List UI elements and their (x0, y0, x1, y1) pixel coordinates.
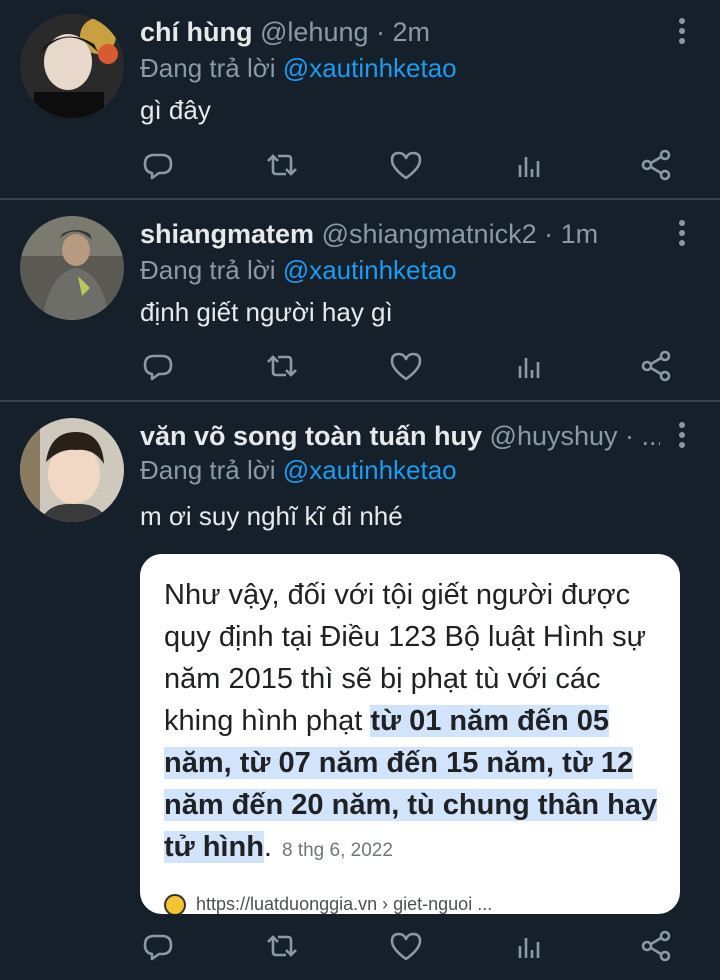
tweet-text: định giết người hay gì (140, 297, 393, 327)
card-trailing: . (263, 831, 272, 863)
analytics-icon[interactable] (512, 147, 548, 183)
replying-to: Đang trả lời @xautinhketao (140, 50, 457, 86)
mention-link[interactable]: @xautinhketao (283, 255, 457, 285)
like-icon[interactable] (388, 348, 424, 384)
user-handle[interactable]: @shiangmatnick2 (322, 219, 537, 249)
timestamp: · 1m (544, 219, 599, 249)
display-name[interactable]: shiangmatem (140, 219, 314, 249)
user-handle[interactable]: @huyshuy (490, 421, 618, 451)
more-options-icon[interactable] (674, 14, 690, 50)
retweet-icon[interactable] (264, 928, 300, 964)
tweet-1[interactable]: chí hùng @lehung · 2m Đang trả lời @xaut… (0, 0, 720, 198)
user-handle[interactable]: @lehung (260, 17, 369, 47)
share-icon[interactable] (638, 928, 674, 964)
reply-icon[interactable] (140, 147, 176, 183)
replying-to-label: Đang trả lời (140, 455, 276, 485)
tweet-actions (140, 928, 680, 968)
card-date: 8 thg 6, 2022 (281, 840, 393, 861)
display-name[interactable]: chí hùng (140, 17, 252, 47)
tweet-text: gì đây (140, 95, 211, 125)
retweet-icon[interactable] (264, 348, 300, 384)
share-icon[interactable] (638, 147, 674, 183)
like-icon[interactable] (388, 928, 424, 964)
tweet-actions (140, 348, 680, 388)
analytics-icon[interactable] (512, 348, 548, 384)
site-favicon-icon (164, 894, 186, 914)
replying-to: Đang trả lời @xautinhketao (140, 252, 457, 288)
display-name[interactable]: văn võ song toàn tuấn huy (140, 421, 482, 451)
replying-to: Đang trả lời @xautinhketao (140, 452, 457, 488)
more-options-icon[interactable] (674, 418, 690, 454)
card-url[interactable]: https://luatduonggia.vn › giet-nguoi ... (196, 894, 492, 914)
avatar[interactable] (20, 216, 124, 320)
reply-icon[interactable] (140, 348, 176, 384)
replying-to-label: Đang trả lời (140, 255, 276, 285)
like-icon[interactable] (388, 147, 424, 183)
avatar[interactable] (20, 14, 124, 118)
tweet-2[interactable]: shiangmatem @shiangmatnick2 · 1m Đang tr… (0, 200, 720, 400)
avatar[interactable] (20, 418, 124, 522)
more-options-icon[interactable] (674, 216, 690, 252)
analytics-icon[interactable] (512, 928, 548, 964)
reply-icon[interactable] (140, 928, 176, 964)
replying-to-label: Đang trả lời (140, 53, 276, 83)
card-snippet: Như vậy, đối với tội giết người được quy… (164, 574, 664, 872)
mention-link[interactable]: @xautinhketao (283, 455, 457, 485)
timestamp: · 2m (376, 17, 431, 47)
mention-link[interactable]: @xautinhketao (283, 53, 457, 83)
search-result-card[interactable]: Như vậy, đối với tội giết người được quy… (140, 554, 680, 914)
share-icon[interactable] (638, 348, 674, 384)
retweet-icon[interactable] (264, 147, 300, 183)
tweet-actions (140, 147, 680, 187)
timestamp: · ... (625, 421, 660, 451)
card-source-link[interactable]: https://luatduonggia.vn › giet-nguoi ... (164, 894, 664, 914)
tweet-text: m ơi suy nghĩ kĩ đi nhé (140, 501, 403, 531)
